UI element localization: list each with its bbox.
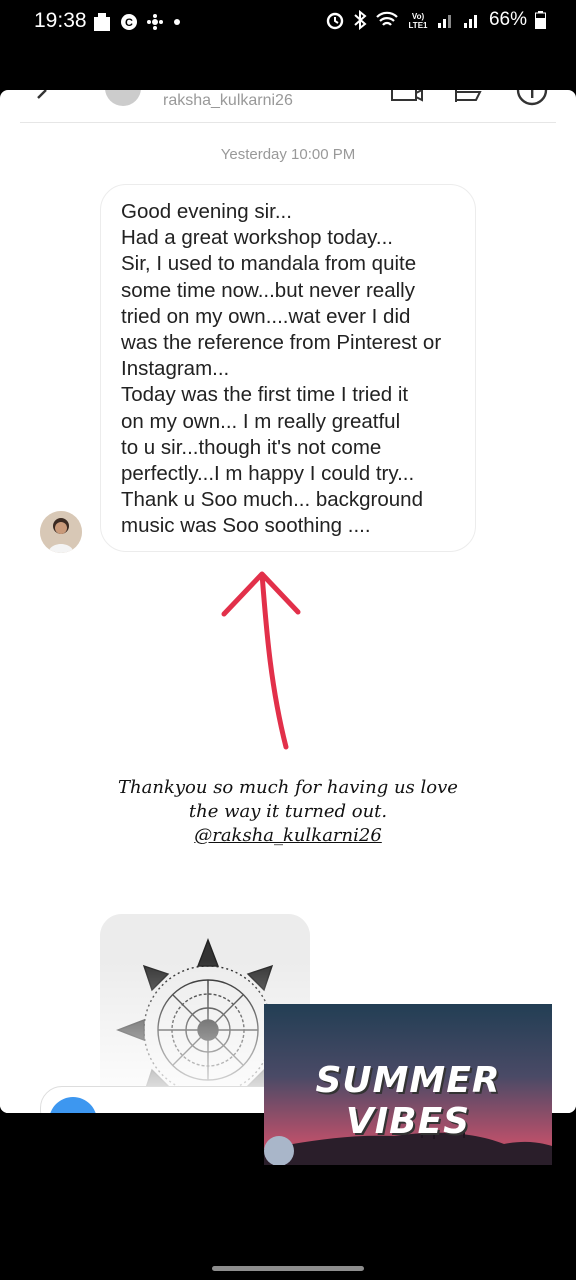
- music-sticker-avatar[interactable]: [264, 1136, 294, 1165]
- caption-mention[interactable]: @raksha_kulkarni26: [60, 824, 516, 848]
- camera-button[interactable]: [49, 1097, 97, 1113]
- settings-icon: [147, 14, 163, 30]
- message-text: Good evening sir... Had a great workshop…: [121, 200, 442, 538]
- story-frame: raksha_kulkarni26 Yesterday 10:00 PM Goo…: [0, 90, 576, 1113]
- signal-roaming-icon: [463, 15, 477, 28]
- svg-text:LTE1: LTE1: [408, 21, 428, 29]
- caption-line-2: the way it turned out.: [188, 801, 388, 822]
- red-arrow-annotation: [221, 571, 301, 750]
- video-call-icon[interactable]: [390, 90, 424, 104]
- svg-text:C: C: [125, 17, 133, 29]
- caption-line-1: Thankyou so much for having us love: [118, 777, 458, 798]
- dot-icon: [174, 19, 180, 25]
- info-icon[interactable]: [516, 90, 548, 106]
- dm-header: raksha_kulkarni26: [20, 90, 556, 123]
- battery-icon: [535, 11, 546, 29]
- volte-icon: Vo)LTE1: [408, 12, 428, 29]
- app-icon: C: [121, 14, 137, 30]
- message-bubble: Good evening sir... Had a great workshop…: [100, 184, 476, 552]
- dm-timestamp: Yesterday 10:00 PM: [220, 146, 356, 163]
- camera-icon: [49, 1097, 97, 1113]
- wifi-icon: [376, 11, 398, 26]
- status-bar: 19:38 C Vo) LTE1 66%: [0, 0, 576, 44]
- status-right: Vo) LTE1 66%: [325, 9, 546, 31]
- sender-avatar[interactable]: [40, 511, 82, 553]
- home-indicator[interactable]: [212, 1266, 364, 1271]
- story-caption: Thankyou so much for having us love the …: [60, 776, 516, 848]
- status-left-icons: C: [92, 11, 182, 33]
- alarm-icon: [326, 12, 344, 30]
- flag-icon[interactable]: [454, 90, 484, 104]
- status-time: 19:38: [34, 9, 87, 32]
- notification-icon: [94, 13, 110, 31]
- bluetooth-icon: [354, 10, 367, 30]
- svg-text:Vo): Vo): [412, 12, 425, 21]
- music-sticker[interactable]: SUMMER VIBES: [264, 1004, 552, 1165]
- avatar-photo: [40, 511, 82, 553]
- signal-icon: [437, 15, 451, 28]
- battery-percent: 66%: [488, 9, 527, 30]
- music-sticker-title: SUMMER VIBES: [315, 1060, 501, 1142]
- back-icon[interactable]: [34, 90, 54, 104]
- dm-username[interactable]: raksha_kulkarni26: [163, 92, 293, 110]
- dm-header-avatar[interactable]: [105, 90, 141, 106]
